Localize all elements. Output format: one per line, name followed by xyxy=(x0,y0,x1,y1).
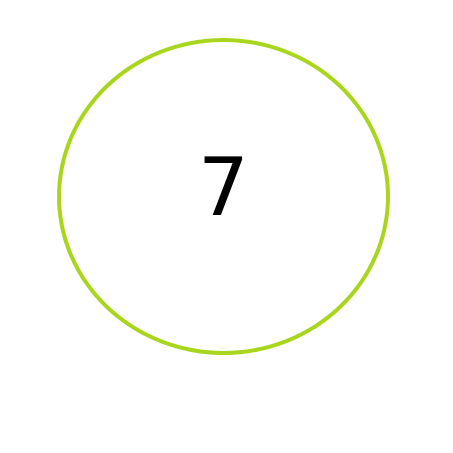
number-label: 7 xyxy=(198,140,249,234)
canvas: 7 xyxy=(0,0,453,453)
